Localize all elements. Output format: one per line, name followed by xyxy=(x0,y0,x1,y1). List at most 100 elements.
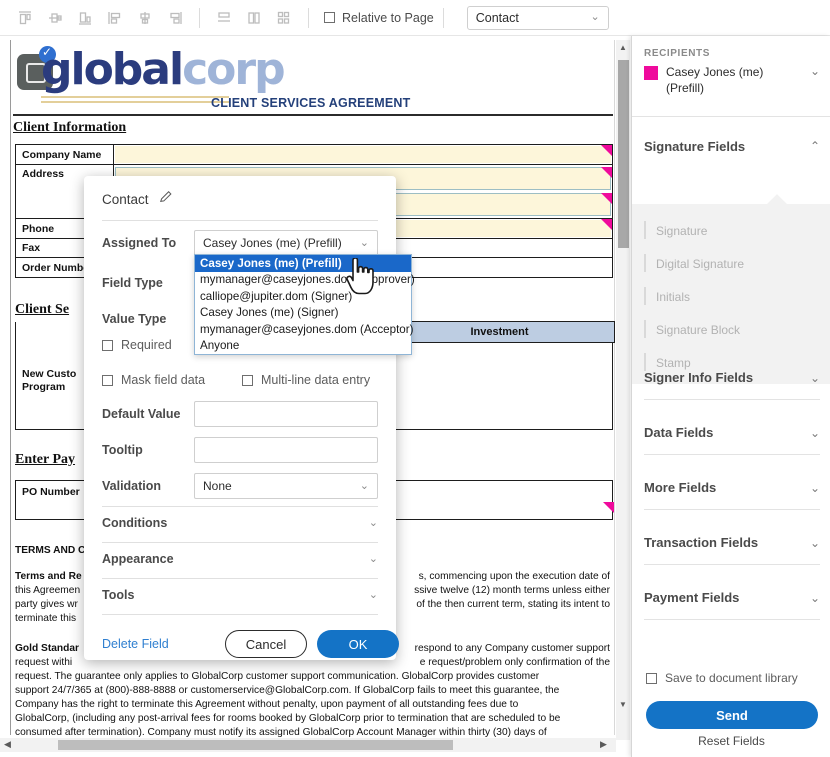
rail-divider xyxy=(632,116,830,117)
section-label: Signer Info Fields xyxy=(644,370,754,385)
cancel-button[interactable]: Cancel xyxy=(225,630,307,658)
recipient-selector[interactable]: Casey Jones (me) (Prefill) ⌄ xyxy=(644,64,820,96)
tooltip-input[interactable] xyxy=(194,437,378,463)
recipient-name: Casey Jones (me) (Prefill) xyxy=(666,65,764,95)
field-type-label: Field Type xyxy=(102,276,163,290)
terms-lead: Terms and Re xyxy=(15,571,82,582)
dropdown-option[interactable]: Casey Jones (me) (Prefill) xyxy=(195,255,411,272)
field-marker-icon xyxy=(601,167,612,178)
section-enter-payment: Enter Pay xyxy=(15,452,76,467)
section-client-services: Client Se xyxy=(15,302,70,317)
dialog-rule-1 xyxy=(102,506,378,507)
dropdown-option[interactable]: mymanager@caseyjones.dom (Acceptor) xyxy=(195,321,413,338)
field-signature[interactable]: Signature xyxy=(632,214,830,247)
mask-field-label: Mask field data xyxy=(121,373,206,387)
field-digital-signature[interactable]: Digital Signature xyxy=(632,247,830,280)
reset-fields-link[interactable]: Reset Fields xyxy=(632,734,830,748)
relative-to-page-checkbox[interactable]: Relative to Page xyxy=(324,11,434,25)
match-width-icon[interactable] xyxy=(239,5,269,31)
mask-field-box xyxy=(102,374,113,386)
dropdown-option[interactable]: calliope@jupiter.dom (Signer) xyxy=(195,288,411,305)
match-size-icon[interactable] xyxy=(269,5,299,31)
vertical-scrollbar[interactable]: ▲ ▼ xyxy=(616,40,630,740)
gold-standard-line-2: request withi xyxy=(15,657,73,668)
field-marker-icon xyxy=(601,193,612,204)
tools-accordion[interactable]: Tools ⌄ xyxy=(102,580,378,610)
delete-field-link[interactable]: Delete Field xyxy=(102,637,169,651)
mask-field-checkbox[interactable]: Mask field data xyxy=(102,373,205,387)
required-checkbox[interactable]: Required xyxy=(102,338,172,352)
section-signature-fields[interactable]: Signature Fields ⌃ xyxy=(644,124,820,168)
appearance-label: Appearance xyxy=(102,552,174,566)
section-data-fields[interactable]: Data Fields ⌄ xyxy=(644,411,820,455)
align-vertical-center-icon[interactable] xyxy=(40,5,70,31)
align-top-icon[interactable] xyxy=(10,5,40,31)
terms-right-3: of the then current term, stating its in… xyxy=(416,599,610,610)
program-label-line1: New Custo xyxy=(22,368,77,380)
horizontal-scrollbar-thumb[interactable] xyxy=(58,740,453,750)
logo-text-primary: global xyxy=(41,44,184,95)
default-value-input[interactable] xyxy=(194,401,378,427)
required-label: Required xyxy=(121,338,172,352)
dialog-rule-3 xyxy=(102,578,378,579)
scroll-down-icon[interactable]: ▼ xyxy=(619,700,627,709)
default-value-label: Default Value xyxy=(102,407,181,421)
section-transaction-fields[interactable]: Transaction Fields ⌄ xyxy=(644,521,820,565)
terms-right-1: s, commencing upon the execution date of xyxy=(418,571,610,582)
section-payment-fields[interactable]: Payment Fields ⌄ xyxy=(644,576,820,620)
dropdown-option[interactable]: mymanager@caseyjones.dom (Approver) xyxy=(195,272,415,289)
chevron-down-icon: ⌄ xyxy=(809,535,820,550)
align-bottom-icon[interactable] xyxy=(70,5,100,31)
terms-line-2: this Agreemen xyxy=(15,585,81,596)
row-field[interactable] xyxy=(114,145,612,164)
field-signature-block[interactable]: Signature Block xyxy=(632,313,830,346)
conditions-accordion[interactable]: Conditions ⌄ xyxy=(102,508,378,538)
distribute-vertical-icon[interactable] xyxy=(209,5,239,31)
dialog-rule-2 xyxy=(102,542,378,543)
edit-pencil-icon[interactable] xyxy=(159,190,173,209)
multiline-checkbox[interactable]: Multi-line data entry xyxy=(242,373,370,387)
field-properties-dialog: Contact Assigned To Casey Jones (me) (Pr… xyxy=(84,176,399,660)
section-label: Data Fields xyxy=(644,425,714,440)
align-right-icon[interactable] xyxy=(160,5,190,31)
validation-select[interactable]: None ⌄ xyxy=(194,473,378,499)
dialog-rule-4 xyxy=(102,614,378,615)
header-rule xyxy=(13,114,613,116)
multiline-label: Multi-line data entry xyxy=(261,373,371,387)
gold-standard-body-3: Company has the right to terminate this … xyxy=(15,699,519,710)
save-to-library-label: Save to document library xyxy=(665,671,798,685)
field-marker-icon xyxy=(601,219,612,230)
appearance-accordion[interactable]: Appearance ⌄ xyxy=(102,544,378,574)
required-box xyxy=(102,339,113,351)
horizontal-scrollbar[interactable]: ◀ ▶ xyxy=(0,738,616,752)
section-signer-info-fields[interactable]: Signer Info Fields ⌄ xyxy=(644,356,820,400)
section-more-fields[interactable]: More Fields ⌄ xyxy=(644,466,820,510)
align-left-icon[interactable] xyxy=(100,5,130,31)
save-to-library-checkbox[interactable]: Save to document library xyxy=(646,671,798,685)
field-type-select[interactable]: Contact ⌄ xyxy=(466,5,609,30)
validation-label: Validation xyxy=(102,479,162,493)
dropdown-option[interactable]: Anyone xyxy=(195,338,411,355)
dropdown-option[interactable]: Casey Jones (me) (Signer) xyxy=(195,305,411,322)
toolbar-divider-2 xyxy=(308,7,309,28)
recipients-label: RECIPIENTS xyxy=(644,48,711,59)
assigned-to-dropdown[interactable]: Casey Jones (me) (Prefill) mymanager@cas… xyxy=(194,254,415,355)
section-label: Transaction Fields xyxy=(644,535,759,550)
scroll-right-icon[interactable]: ▶ xyxy=(600,739,607,750)
send-button[interactable]: Send xyxy=(646,701,818,729)
ok-button[interactable]: OK xyxy=(317,630,399,658)
assigned-to-value: Casey Jones (me) (Prefill) xyxy=(203,236,342,250)
dialog-title: Contact xyxy=(102,192,149,207)
align-horizontal-center-icon[interactable] xyxy=(130,5,160,31)
scroll-left-icon[interactable]: ◀ xyxy=(4,739,11,750)
dialog-title-rule xyxy=(102,220,378,221)
field-initials[interactable]: Initials xyxy=(632,280,830,313)
scroll-up-icon[interactable]: ▲ xyxy=(619,43,627,52)
chevron-down-icon: ⌄ xyxy=(809,425,820,440)
assigned-to-select[interactable]: Casey Jones (me) (Prefill) ⌄ xyxy=(194,230,378,256)
terms-line-3: party gives wr xyxy=(15,599,78,610)
table-row[interactable]: Company Name xyxy=(16,145,612,165)
chevron-down-icon[interactable]: ⌄ xyxy=(810,64,820,78)
agreement-title: CLIENT SERVICES AGREEMENT xyxy=(211,96,411,110)
vertical-scrollbar-thumb[interactable] xyxy=(618,60,629,248)
